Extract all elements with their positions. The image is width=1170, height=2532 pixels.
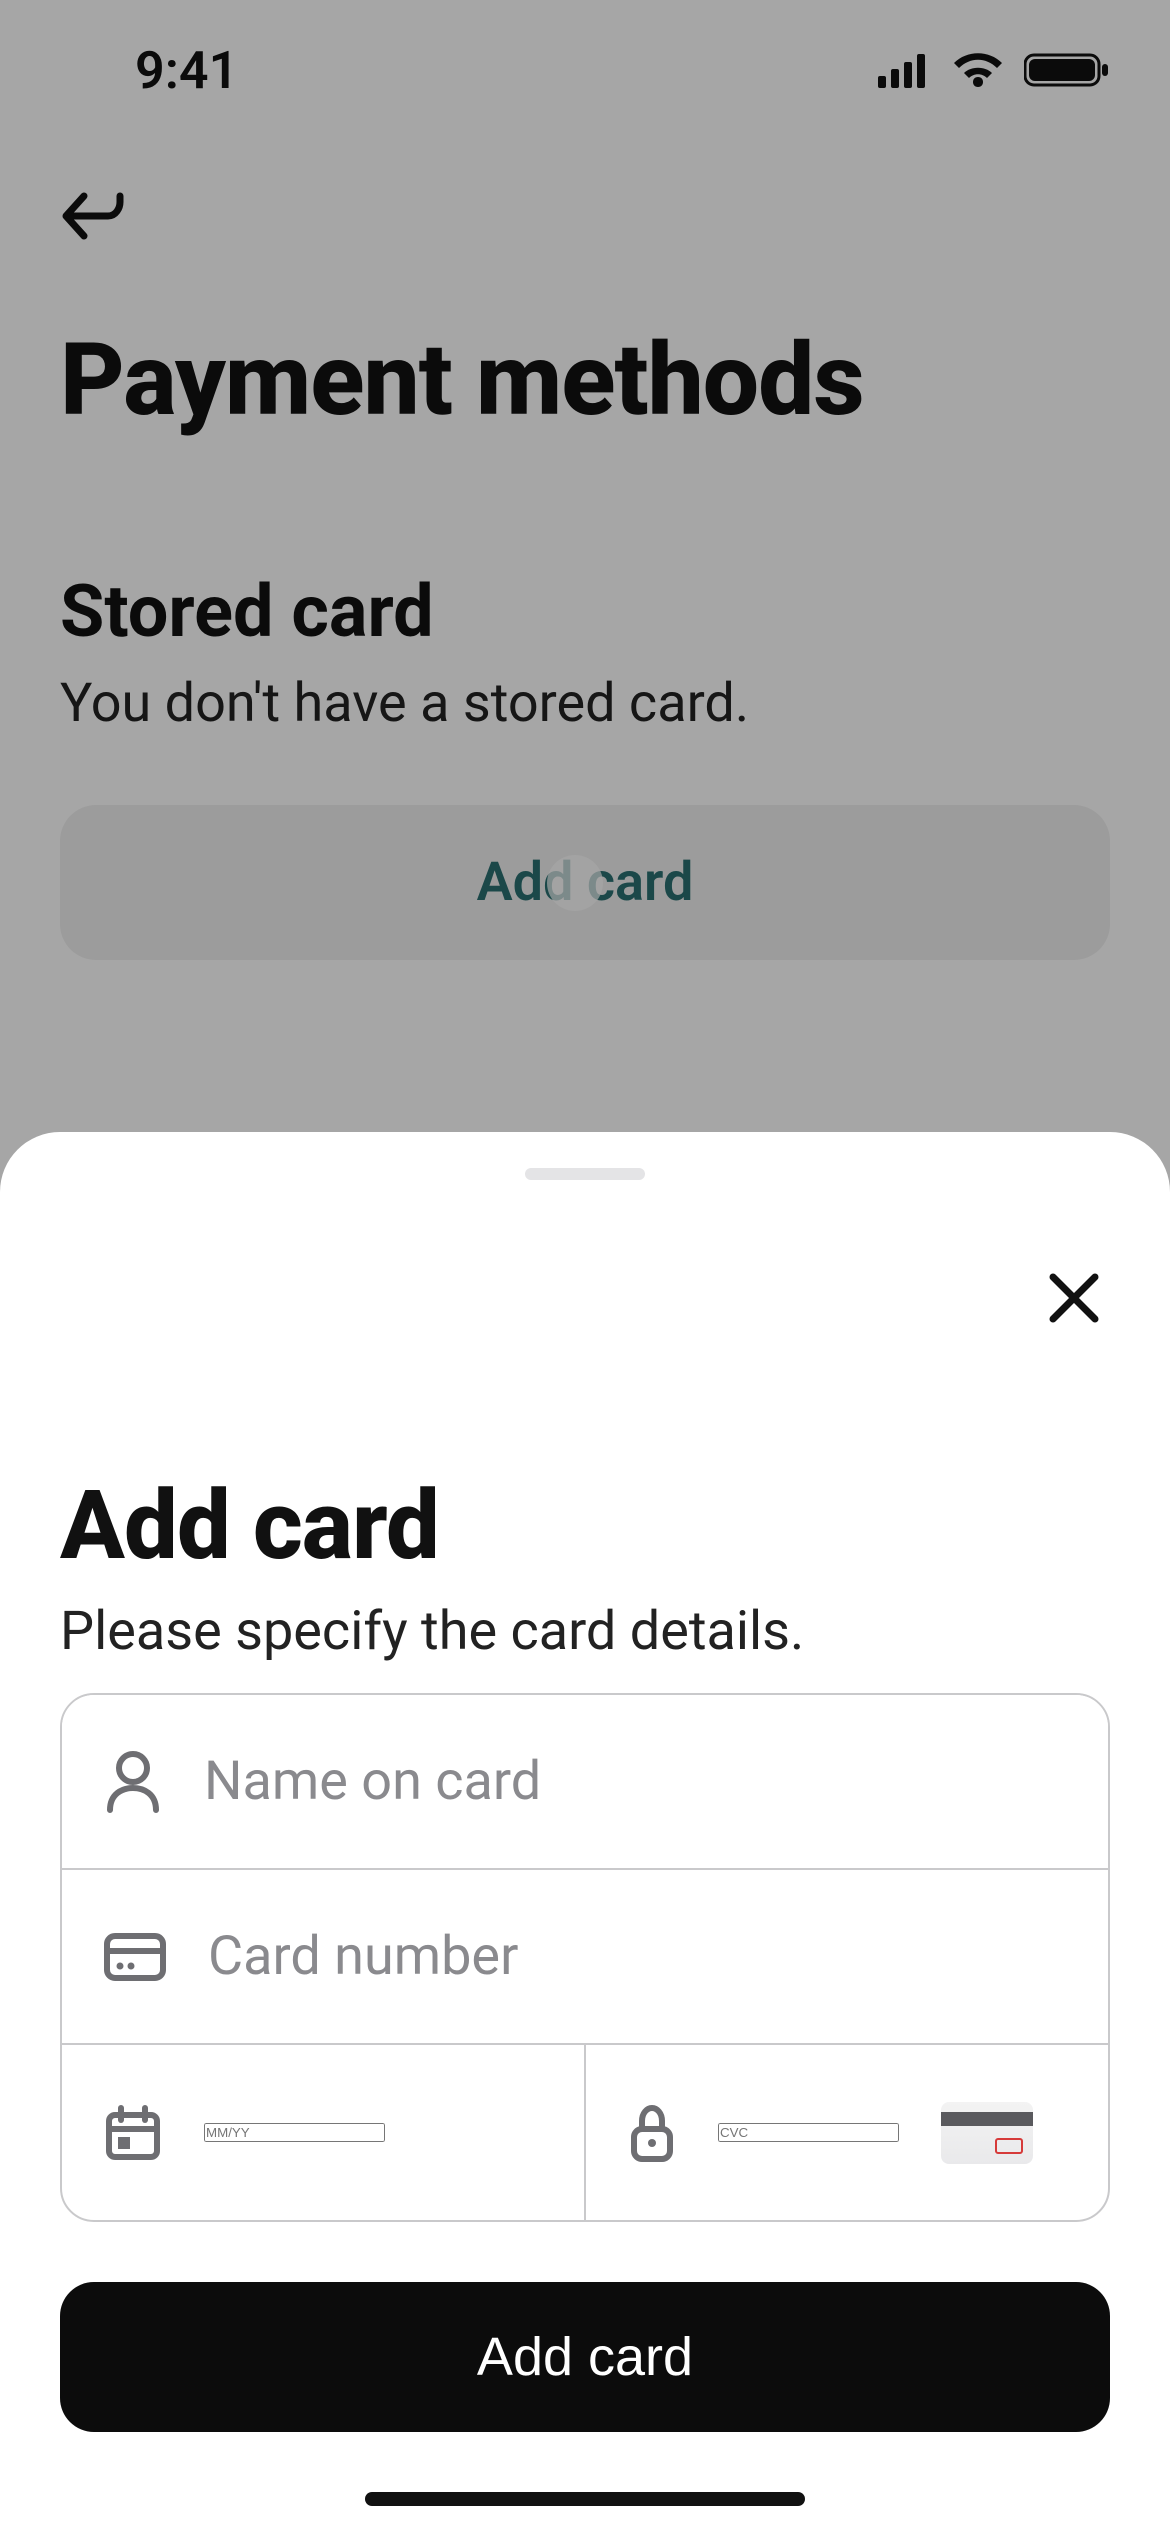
lock-icon [628,2103,676,2163]
status-indicators [878,50,1110,90]
back-button[interactable] [60,190,1110,252]
card-number-input[interactable] [208,1925,1066,1988]
wifi-icon [952,51,1004,89]
user-icon [104,1750,162,1814]
cvc-field[interactable] [586,2045,1108,2220]
stored-card-heading: Stored card [60,569,1110,654]
card-form [60,1693,1110,2222]
cvc-input[interactable] [718,2123,899,2142]
card-number-field[interactable] [62,1870,1108,2045]
status-bar: 9:41 [0,0,1170,140]
close-button[interactable] [1038,1262,1110,1334]
sheet-drag-handle[interactable] [525,1168,645,1180]
add-card-sheet: Add card Please specify the card details… [0,1132,1170,2532]
calendar-icon [104,2104,162,2162]
card-icon [104,1933,166,1981]
expiry-field[interactable] [62,2045,586,2220]
expiry-input[interactable] [204,2123,385,2142]
close-icon [1047,1271,1101,1325]
name-on-card-field[interactable] [62,1695,1108,1870]
add-card-button[interactable]: Add card [60,805,1110,960]
touch-indicator [547,855,603,911]
submit-button-label: Add card [477,2326,693,2388]
cvc-card-illustration-icon [941,2102,1033,2164]
sheet-title: Add card [60,1470,1110,1582]
submit-add-card-button[interactable]: Add card [60,2282,1110,2432]
stored-card-empty-text: You don't have a stored card. [60,672,1110,735]
battery-icon [1024,50,1110,90]
back-arrow-icon [60,190,126,248]
cellular-icon [878,52,932,88]
status-time: 9:41 [135,40,238,101]
sheet-subtitle: Please specify the card details. [60,1600,1110,1663]
home-indicator[interactable] [365,2492,805,2506]
name-on-card-input[interactable] [204,1750,1066,1813]
page-title: Payment methods [60,322,1110,439]
